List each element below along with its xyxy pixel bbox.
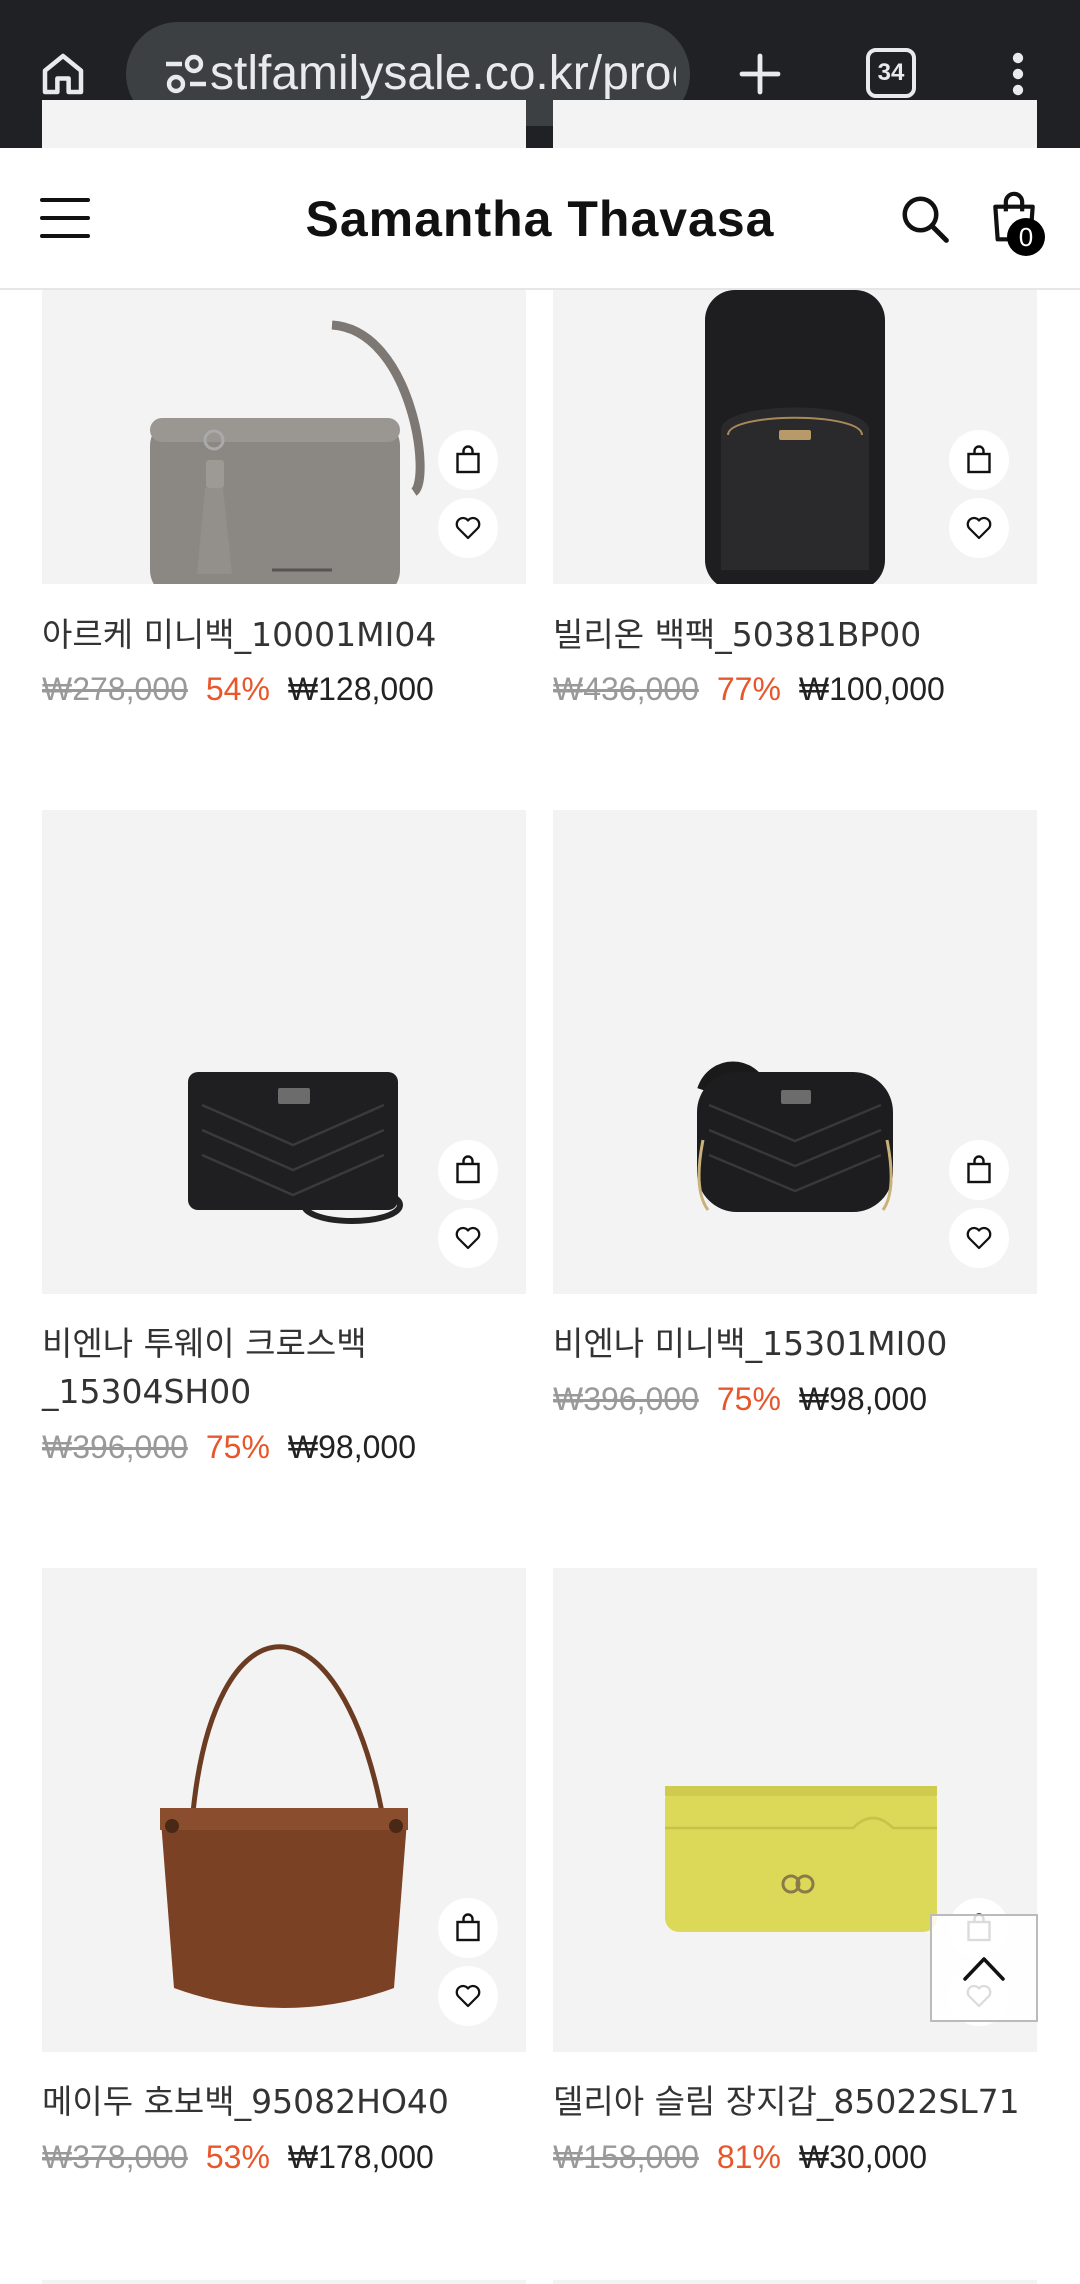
product-name[interactable]: 비엔나 미니백_15301MI00 (553, 1320, 1037, 1368)
original-price: ₩436,000 (553, 671, 699, 707)
wishlist-button[interactable] (949, 1208, 1009, 1268)
discount-rate: 81% (716, 2139, 781, 2175)
shopping-bag-icon (967, 445, 991, 474)
product-name[interactable]: 빌리온 백팩_50381BP00 (553, 611, 1037, 659)
product-price: ₩396,000 75% ₩98,000 (42, 1422, 416, 1472)
product-price: ₩436,000 77% ₩100,000 (553, 664, 945, 714)
original-price: ₩396,000 (42, 1429, 188, 1465)
sale-price: ₩178,000 (287, 2139, 434, 2175)
shopping-bag-icon (456, 445, 480, 474)
shopping-bag-icon (967, 1155, 991, 1184)
sale-price: ₩128,000 (287, 671, 434, 707)
scroll-to-top-button[interactable] (930, 1914, 1038, 2022)
add-to-cart-button[interactable] (949, 430, 1009, 490)
shopping-bag-icon (456, 1155, 480, 1184)
product-name[interactable]: 델리아 슬림 장지갑_85022SL71 (553, 2078, 1037, 2126)
sale-price: ₩98,000 (287, 1429, 416, 1465)
cart-count-badge: 0 (1007, 218, 1045, 256)
chevron-up-icon (963, 1957, 1005, 1981)
sale-price: ₩100,000 (798, 671, 945, 707)
product-price: ₩158,000 81% ₩30,000 (553, 2132, 927, 2182)
more-vert-icon[interactable] (994, 40, 1042, 108)
next-product-image (42, 2280, 526, 2284)
discount-rate: 75% (716, 1381, 781, 1417)
heart-icon (455, 1984, 481, 2008)
site-header: Samantha Thavasa (0, 148, 1080, 290)
wishlist-button[interactable] (949, 498, 1009, 558)
search-icon[interactable] (898, 192, 952, 246)
original-price: ₩378,000 (42, 2139, 188, 2175)
product-price: ₩396,000 75% ₩98,000 (553, 1374, 927, 1424)
product-name[interactable]: 아르케 미니백_10001MI04 (42, 611, 526, 659)
tabs-icon[interactable]: 34 (866, 48, 916, 98)
home-icon[interactable] (28, 42, 98, 106)
heart-icon (966, 516, 992, 540)
product-image[interactable] (553, 810, 1037, 1294)
wishlist-button[interactable] (438, 1208, 498, 1268)
product-image[interactable] (42, 810, 526, 1294)
sale-price: ₩98,000 (798, 1381, 927, 1417)
shopping-bag-icon (456, 1913, 480, 1942)
add-to-cart-button[interactable] (949, 1140, 1009, 1200)
discount-rate: 75% (205, 1429, 270, 1465)
sale-price: ₩30,000 (798, 2139, 927, 2175)
discount-rate: 53% (205, 2139, 270, 2175)
plus-icon[interactable] (724, 40, 796, 108)
add-to-cart-button[interactable] (438, 1140, 498, 1200)
heart-icon (455, 516, 481, 540)
discount-rate: 77% (716, 671, 781, 707)
add-to-cart-button[interactable] (438, 1898, 498, 1958)
product-name[interactable]: 비엔나 투웨이 크로스백 _15304SH00 (42, 1320, 526, 1416)
wishlist-button[interactable] (438, 498, 498, 558)
product-price: ₩278,000 54% ₩128,000 (42, 664, 434, 714)
add-to-cart-button[interactable] (438, 430, 498, 490)
product-image[interactable] (42, 1568, 526, 2052)
heart-icon (966, 1226, 992, 1250)
wishlist-button[interactable] (438, 1966, 498, 2026)
product-name[interactable]: 메이두 호보백_95082HO40 (42, 2078, 526, 2126)
next-product-image (553, 2280, 1037, 2284)
product-price: ₩378,000 53% ₩178,000 (42, 2132, 434, 2182)
site-info-icon[interactable] (164, 54, 208, 94)
hamburger-icon[interactable] (40, 198, 90, 238)
original-price: ₩158,000 (553, 2139, 699, 2175)
discount-rate: 54% (205, 671, 270, 707)
original-price: ₩278,000 (42, 671, 188, 707)
heart-icon (455, 1226, 481, 1250)
original-price: ₩396,000 (553, 1381, 699, 1417)
